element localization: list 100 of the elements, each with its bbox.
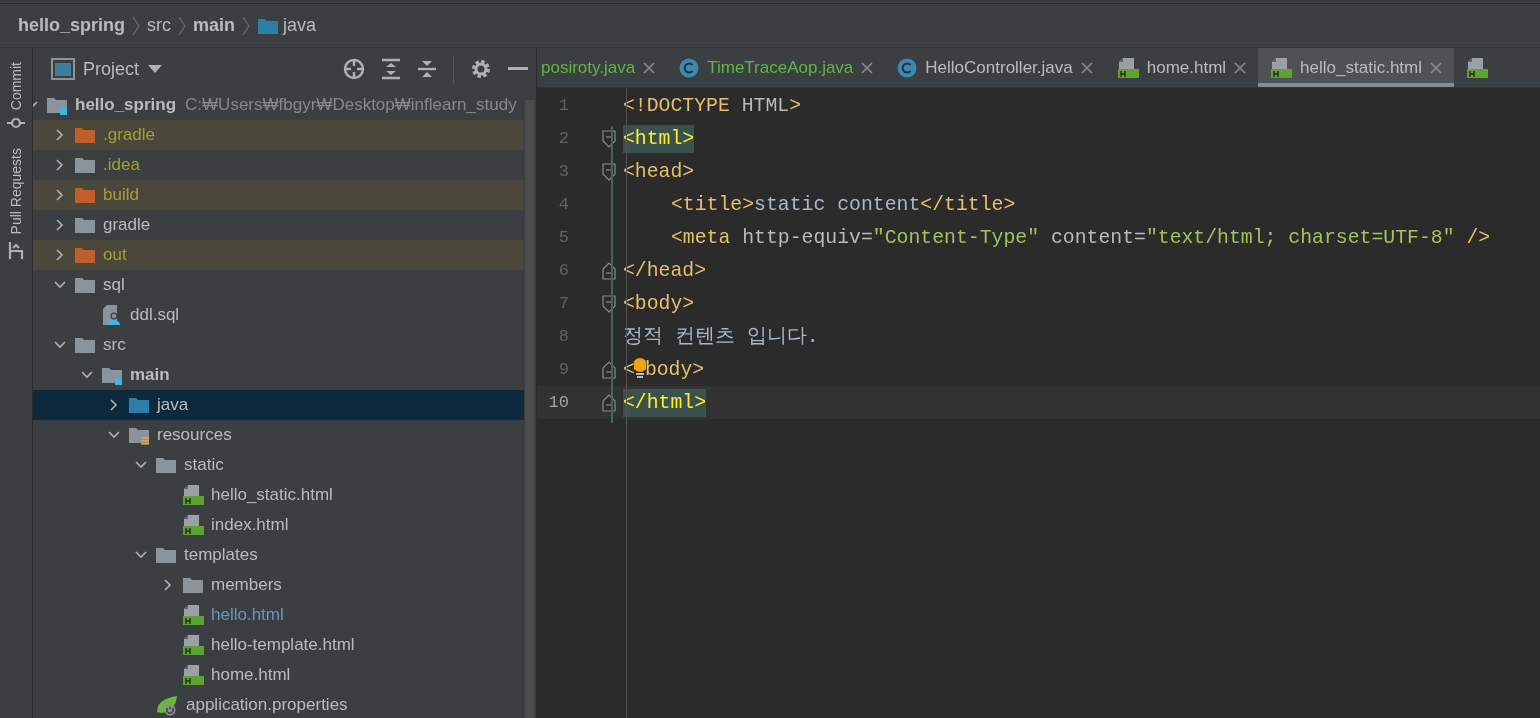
breadcrumb-item[interactable]: src bbox=[147, 12, 171, 39]
folder-icon bbox=[74, 275, 96, 295]
code-line: <!DOCTYPE HTML> bbox=[622, 93, 802, 119]
view-selector[interactable]: Project bbox=[51, 55, 164, 83]
line-number: 1 bbox=[557, 94, 569, 117]
line-number: 2 bbox=[557, 127, 569, 150]
tree-item-label: ddl.sql bbox=[130, 304, 180, 327]
html-file-icon bbox=[182, 484, 204, 506]
editor-tab[interactable]: HelloController.java bbox=[885, 48, 1105, 87]
code-line: 정적 컨텐츠 입니다. bbox=[622, 324, 819, 350]
tree-item[interactable]: build bbox=[33, 180, 524, 210]
code-line: <body> bbox=[622, 291, 695, 317]
tree-item-label: index.html bbox=[211, 514, 289, 537]
tree-item-label: members bbox=[211, 574, 282, 597]
minimize-icon[interactable] bbox=[508, 67, 528, 71]
commit-icon bbox=[7, 116, 25, 131]
tree-item[interactable]: src bbox=[33, 330, 524, 360]
tree-item-label: application.properties bbox=[186, 694, 348, 717]
chevron-right-icon bbox=[241, 14, 252, 37]
scrollbar[interactable] bbox=[525, 100, 534, 718]
html-file-icon bbox=[1466, 56, 1488, 79]
side-tab[interactable]: Commit bbox=[5, 58, 27, 135]
chevron-right-icon bbox=[131, 14, 141, 37]
line-number: 7 bbox=[557, 292, 569, 315]
close-icon[interactable] bbox=[643, 61, 656, 74]
tree-item[interactable]: hello.html bbox=[33, 600, 524, 630]
tree-item-label: src bbox=[103, 334, 126, 357]
editor-tab[interactable]: TimeTraceAop.java bbox=[667, 48, 886, 87]
tree-item[interactable]: main bbox=[33, 360, 524, 390]
database-file-icon bbox=[101, 304, 123, 326]
tree-item-label: hello_static.html bbox=[211, 484, 333, 507]
fold-marker-icon[interactable] bbox=[602, 261, 616, 280]
line-number: 9 bbox=[557, 358, 569, 381]
editor-tab[interactable]: home.html bbox=[1104, 48, 1259, 87]
tree-item[interactable]: hello_static.html bbox=[33, 480, 524, 510]
tree-item-label: out bbox=[103, 244, 127, 267]
code-line: <meta http-equiv="Content-Type" content="text/html; charset=UTF-8" /> bbox=[670, 225, 1491, 251]
tree-item[interactable]: resources bbox=[33, 420, 524, 450]
tree-item-label: hello-template.html bbox=[211, 634, 355, 657]
tree-item[interactable]: java bbox=[33, 390, 524, 420]
folder-icon bbox=[128, 425, 150, 445]
html-file-icon bbox=[182, 664, 204, 686]
window-icon bbox=[51, 58, 75, 80]
tree-item[interactable]: out bbox=[33, 240, 524, 270]
tree-item-label: sql bbox=[103, 274, 125, 297]
html-file-icon bbox=[1270, 56, 1293, 79]
tree-item[interactable]: .gradle bbox=[33, 120, 524, 150]
breadcrumb-item[interactable]: java bbox=[257, 12, 317, 39]
tree-item[interactable]: application.properties bbox=[33, 690, 524, 718]
tree-item[interactable]: static bbox=[33, 450, 524, 480]
code-line: <title>static content</title> bbox=[670, 192, 1016, 218]
tree-item[interactable]: sql bbox=[33, 270, 524, 300]
side-tab[interactable]: Pull Requests bbox=[5, 144, 27, 263]
tree-item[interactable]: ddl.sql bbox=[33, 300, 524, 330]
settings-icon[interactable] bbox=[470, 58, 492, 80]
collapse-all-icon[interactable] bbox=[417, 58, 437, 80]
tree-item[interactable]: index.html bbox=[33, 510, 524, 540]
expand-all-icon[interactable] bbox=[381, 58, 401, 80]
tree-item-label: .idea bbox=[103, 154, 140, 177]
breadcrumb-item[interactable]: main bbox=[193, 12, 236, 39]
html-file-icon bbox=[182, 634, 204, 656]
tree-item[interactable]: members bbox=[33, 570, 524, 600]
tree-item-label: templates bbox=[184, 544, 258, 567]
close-icon[interactable] bbox=[861, 61, 874, 74]
html-file-icon bbox=[182, 514, 204, 536]
folder-icon bbox=[74, 155, 96, 175]
tree-item[interactable]: .idea bbox=[33, 150, 524, 180]
line-number: 4 bbox=[557, 193, 569, 216]
folder-icon bbox=[74, 215, 96, 235]
fold-marker-icon[interactable] bbox=[602, 129, 616, 148]
editor-tab[interactable]: posiroty.java bbox=[537, 48, 668, 87]
folder-icon bbox=[46, 95, 68, 115]
close-icon[interactable] bbox=[1234, 61, 1247, 74]
folder-icon bbox=[74, 125, 96, 145]
tree-item-label: build bbox=[103, 184, 139, 207]
close-icon[interactable] bbox=[1080, 61, 1093, 74]
tree-item[interactable]: hello_spring C:₩Users₩fbgyr₩Desktop₩inflearn_study bbox=[33, 90, 524, 120]
tree-item-label: .gradle bbox=[103, 124, 155, 147]
fold-marker-icon[interactable] bbox=[602, 294, 616, 313]
tree-item[interactable]: home.html bbox=[33, 660, 524, 690]
folder-icon bbox=[155, 545, 177, 565]
breadcrumb-item[interactable]: hello_spring bbox=[18, 12, 125, 39]
tree-item-label: hello.html bbox=[211, 604, 284, 627]
tree-item-label: gradle bbox=[103, 214, 151, 237]
tree-item-label: static bbox=[184, 454, 224, 477]
tree-item-label: hello_spring bbox=[75, 94, 177, 117]
fold-marker-icon[interactable] bbox=[602, 393, 616, 412]
tree-item[interactable]: gradle bbox=[33, 210, 524, 240]
fold-marker-icon[interactable] bbox=[602, 162, 616, 181]
class-icon bbox=[679, 57, 700, 78]
code-line: </head> bbox=[622, 258, 707, 284]
html-file-icon bbox=[1116, 56, 1139, 79]
tree-item[interactable]: hello-template.html bbox=[33, 630, 524, 660]
editor-tab[interactable]: hello_static.html bbox=[1258, 48, 1454, 87]
tree-item[interactable]: templates bbox=[33, 540, 524, 570]
folder-icon bbox=[155, 455, 177, 475]
locate-icon[interactable] bbox=[343, 58, 365, 80]
chevron-right-icon bbox=[177, 14, 187, 37]
tree-item-label: java bbox=[157, 394, 189, 417]
fold-marker-icon[interactable] bbox=[602, 360, 616, 379]
